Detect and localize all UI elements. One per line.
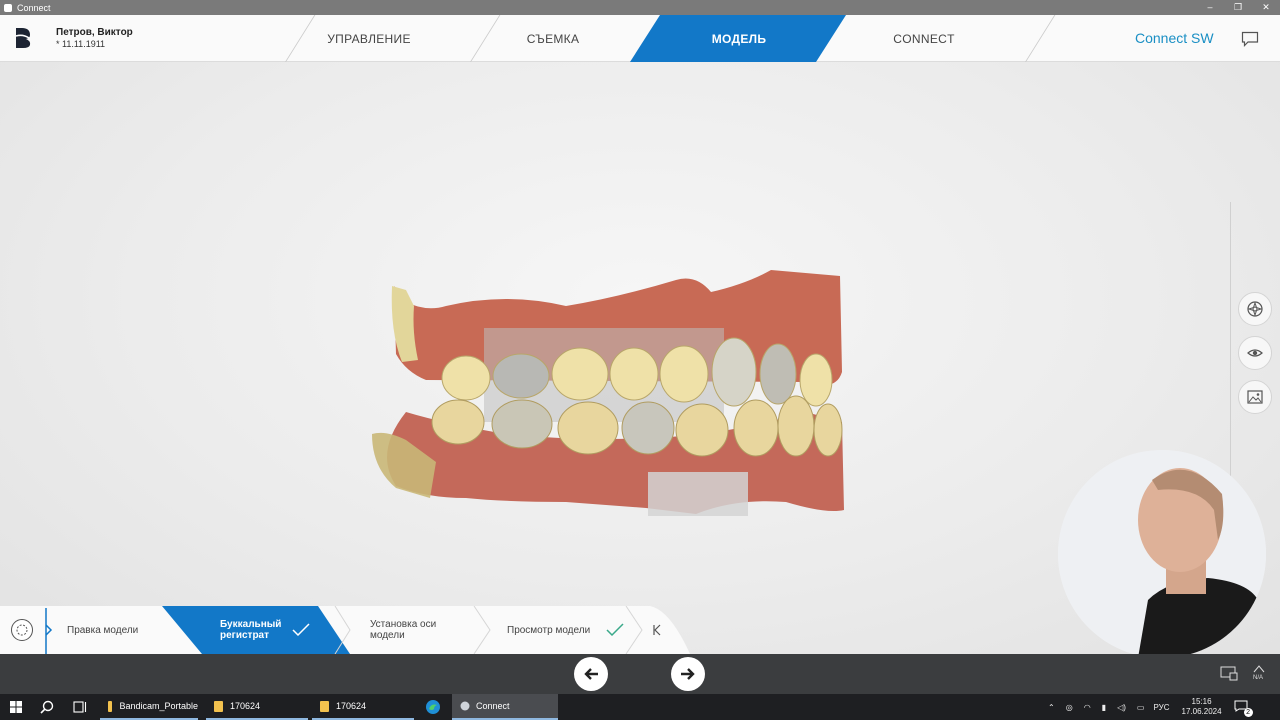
app-icon [4,3,12,12]
start-button[interactable] [10,694,22,720]
window-title: Connect [17,2,51,13]
maximize-button[interactable]: ❐ [1224,0,1252,15]
speaker-icon[interactable]: ◁) [1117,703,1126,712]
chevron-right-icon [45,624,53,636]
folder-icon [320,700,329,712]
windows-icon [10,701,22,713]
navigation-bar: N/A [0,654,1280,694]
tab-upravlenie[interactable]: УПРАВЛЕНИЕ [300,15,438,62]
folder-icon [108,700,113,712]
taskbar-app-folder-1[interactable]: 170624 [206,694,308,720]
taskbar-app-bandicam[interactable]: Bandicam_Portable [100,694,198,720]
signal-icon [1253,665,1265,673]
snapshot-button[interactable] [1238,380,1272,414]
main-tabs: УПРАВЛЕНИЕ СЪЕМКА МОДЕЛЬ CONNECT [0,15,1280,62]
connect-sw-link[interactable]: Connect SW [1135,30,1214,46]
na-label: N/A [1253,675,1264,681]
notifications-button[interactable]: 2 [1234,700,1253,717]
image-icon [1247,390,1263,404]
microphone-icon[interactable]: ▮ [1102,703,1106,712]
edge-browser-icon [426,700,440,714]
check-icon [292,623,310,637]
keyboard-icon[interactable]: ▭ [1137,703,1145,712]
tab-semka[interactable]: СЪЕМКА [484,15,622,62]
presenter-video [1058,450,1266,658]
language-indicator[interactable]: РУС [1153,703,1169,712]
taskbar-app-connect[interactable]: Connect [452,694,558,720]
clock-date: 17.06.2024 [1181,707,1222,716]
dental-model-3d[interactable] [366,262,850,527]
connect-app-icon [460,701,470,711]
next-step-button[interactable] [671,657,705,691]
taskbar-app-label: Connect [476,701,510,711]
tab-separator [1025,15,1056,62]
sync-icon[interactable]: ◎ [1066,703,1073,712]
workflow-steps: Правка модели Буккальный регистрат Устан… [0,606,690,654]
webcam-overlay [1058,450,1266,658]
tab-connect[interactable]: CONNECT [855,15,993,62]
taskbar-app-label: 170624 [230,701,261,711]
wifi-icon[interactable]: ◠ [1084,703,1091,712]
step-buccal-registration[interactable]: Буккальный регистрат [220,619,292,641]
folder-icon [214,700,223,712]
model-tools-button[interactable] [11,619,33,641]
task-view-button[interactable] [73,694,87,720]
tab-model[interactable]: МОДЕЛЬ [670,15,808,62]
taskbar-app-label: 170624 [336,701,367,711]
compass-button[interactable] [1238,292,1272,326]
window-titlebar: Connect – ❐ ✕ [0,0,1280,15]
arrow-right-icon [681,668,695,680]
step-model-axis[interactable]: Установка оси модели [370,619,450,641]
monitor-lock-icon[interactable] [1220,666,1238,682]
eye-icon [1247,349,1263,357]
compass-icon [1247,301,1263,317]
previous-step-button[interactable] [574,657,608,691]
tooth-target-icon [16,624,28,636]
os-taskbar: Bandicam_Portable 170624 170624 Connect … [0,694,1280,720]
taskbar-app-label: Bandicam_Portable [119,701,198,711]
skip-to-start-icon[interactable] [652,624,662,636]
check-icon [606,623,624,637]
signal-status: N/A [1253,665,1265,681]
taskbar-edge-button[interactable] [425,694,441,720]
visibility-button[interactable] [1238,336,1272,370]
taskbar-app-folder-2[interactable]: 170624 [312,694,414,720]
step-edit-model[interactable]: Правка модели [67,625,138,636]
clock[interactable]: 15:16 17.06.2024 [1182,697,1222,717]
search-button[interactable] [40,694,54,720]
minimize-button[interactable]: – [1196,0,1224,15]
chevron-up-icon[interactable]: ⌃ [1048,703,1055,712]
close-button[interactable]: ✕ [1252,0,1280,15]
step-view-model[interactable]: Просмотр модели [507,625,590,636]
arrow-left-icon [584,668,598,680]
system-tray: ⌃ ◎ ◠ ▮ ◁) ▭ РУС 15:16 17.06.2024 2 [1048,694,1253,720]
task-view-icon [73,701,87,713]
clock-time: 15:16 [1191,697,1212,706]
notification-count: 2 [1243,708,1253,717]
search-icon [40,700,54,714]
chat-icon[interactable] [1241,31,1259,47]
app-header: Петров, Виктор * 11.11.1911 УПРАВЛЕНИЕ С… [0,15,1280,62]
